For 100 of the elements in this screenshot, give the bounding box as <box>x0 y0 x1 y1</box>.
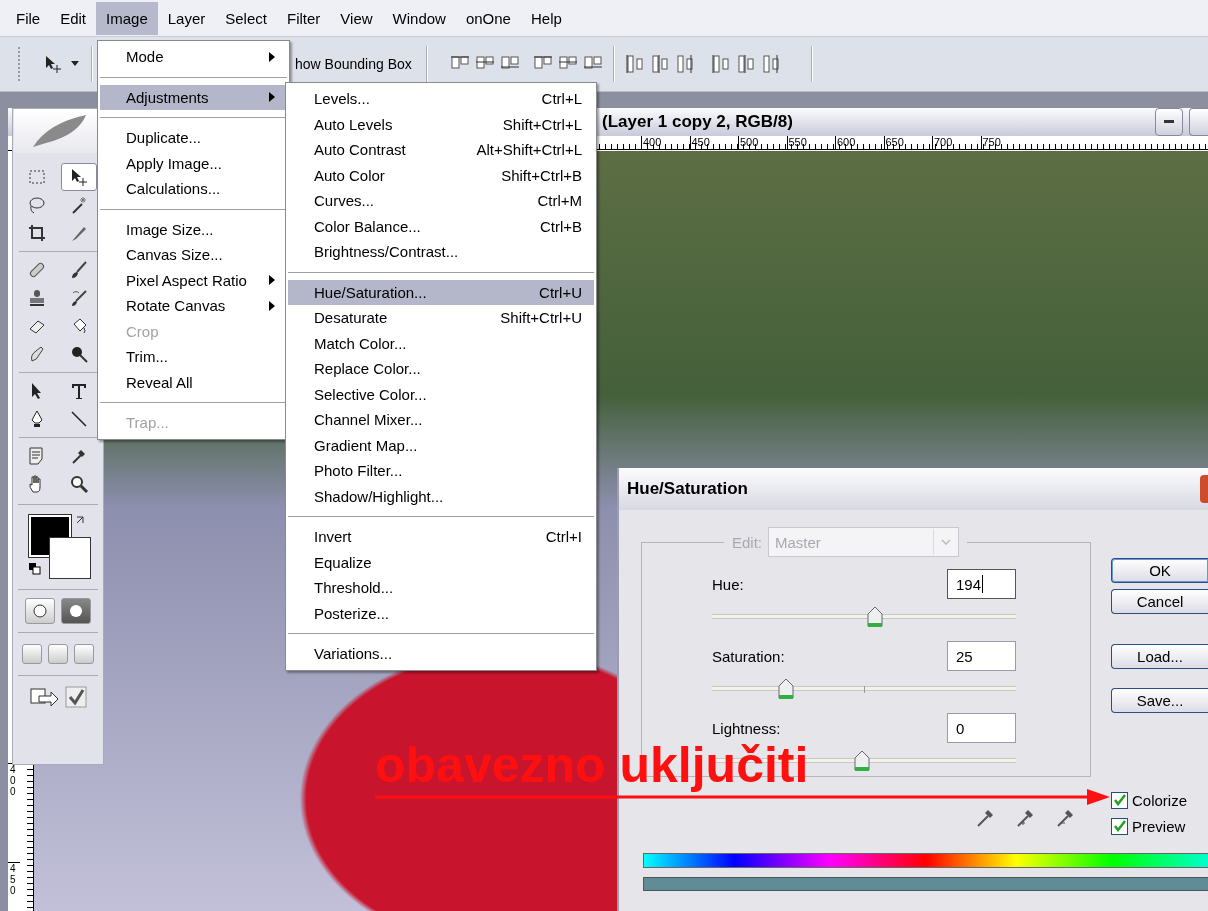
menu-item[interactable]: Channel Mixer... <box>288 407 594 433</box>
distribute-top-icon[interactable] <box>624 54 645 74</box>
menu-item[interactable]: Select <box>215 1 277 35</box>
menu-item[interactable]: Desaturate Shift+Ctrl+U <box>288 305 594 331</box>
stamp-icon <box>27 288 47 308</box>
circle-icon <box>32 603 48 619</box>
menu-item[interactable]: Threshold... <box>288 575 594 601</box>
menu-item[interactable]: Posterize... <box>288 600 594 626</box>
menu-item[interactable]: Variations... <box>288 641 594 667</box>
menu-item[interactable]: Layer <box>157 1 216 35</box>
menu-item[interactable]: Pixel Aspect Ratio <box>100 267 287 293</box>
menu-item[interactable]: Calculations... <box>100 176 287 202</box>
checkmark-icon[interactable] <box>65 686 87 708</box>
shortcut-text: Shift+Ctrl+L <box>501 115 582 133</box>
menu-item[interactable]: Duplicate... <box>100 125 287 151</box>
move-icon <box>69 167 89 187</box>
slider-label: Saturation: <box>712 647 786 665</box>
lasso-icon <box>27 195 47 215</box>
maximize-button[interactable] <box>1189 108 1208 136</box>
shortcut-text: Ctrl+B <box>538 217 582 235</box>
slider-label: Hue: <box>712 575 745 593</box>
distribute-middle-icon[interactable] <box>649 54 670 74</box>
checkbox[interactable] <box>1111 791 1128 809</box>
checkbox[interactable] <box>1111 817 1128 835</box>
menu-item[interactable]: Rotate Canvas <box>100 293 287 319</box>
brush-icon <box>69 260 89 280</box>
circle-icon <box>68 603 84 619</box>
edit-label: Edit: <box>732 533 762 551</box>
distribute-center-icon[interactable] <box>735 54 756 74</box>
shortcut-text: Ctrl+I <box>544 528 582 546</box>
slider-thumb[interactable] <box>866 606 883 628</box>
background-color-swatch[interactable] <box>49 537 91 579</box>
caret-icon[interactable] <box>71 61 79 67</box>
menu-item[interactable]: Selective Color... <box>288 381 594 407</box>
standard-mode-button[interactable] <box>25 598 55 624</box>
minimize-button[interactable] <box>1155 108 1183 136</box>
menu-item[interactable]: Brightness/Contrast... <box>288 239 594 265</box>
jump-icon[interactable] <box>29 685 59 709</box>
screen-mode-button[interactable] <box>48 644 68 664</box>
dialog-button[interactable]: OK <box>1111 558 1208 583</box>
menu-item[interactable]: Filter <box>276 1 331 35</box>
checkbox-label[interactable]: Colorize <box>1132 791 1188 809</box>
type-tool-icon <box>69 381 89 401</box>
marquee-icon <box>27 167 47 187</box>
menu-item[interactable]: Shadow/Highlight... <box>288 483 594 509</box>
ruler-label: 450 <box>8 862 20 911</box>
distribute-left-icon[interactable] <box>710 54 731 74</box>
menu-item[interactable]: File <box>6 1 51 35</box>
dialog-title: Hue/Saturation <box>627 479 749 499</box>
menu-item[interactable]: Equalize <box>288 549 594 575</box>
menu-item[interactable]: Replace Color... <box>288 356 594 382</box>
dialog-button[interactable]: Load... <box>1111 644 1208 669</box>
menu-item[interactable]: Trim... <box>100 344 287 370</box>
history-brush-icon <box>69 288 89 308</box>
shortcut-text: Ctrl+L <box>540 90 582 108</box>
screen-mode-button[interactable] <box>22 644 42 664</box>
value-field[interactable]: 25 <box>947 641 1016 671</box>
menu-item[interactable]: Edit <box>50 1 97 35</box>
move-tool[interactable] <box>61 163 97 191</box>
dialog-button[interactable]: Save... <box>1111 688 1208 713</box>
quick-mask-button[interactable] <box>61 598 91 624</box>
dialog-button[interactable]: Cancel <box>1111 589 1208 614</box>
value-field[interactable]: 194 <box>947 569 1016 599</box>
menu-item[interactable]: Color Balance... Ctrl+B <box>288 213 594 239</box>
checkbox-label[interactable]: Preview <box>1132 817 1186 835</box>
menu-item[interactable]: Hue/Saturation... Ctrl+U <box>288 279 594 305</box>
slider-thumb[interactable] <box>778 678 795 700</box>
distribute-right-icon[interactable] <box>760 54 781 74</box>
menu-item[interactable]: Canvas Size... <box>100 242 287 268</box>
menu-item[interactable]: Adjustments <box>100 84 287 110</box>
menu-item[interactable]: onOne <box>455 1 521 35</box>
menu-item[interactable]: Levels... Ctrl+L <box>288 86 594 112</box>
menu-item[interactable]: Image <box>96 1 158 35</box>
menu-item[interactable]: Reveal All <box>100 369 287 395</box>
line-icon <box>69 409 89 429</box>
menu-item[interactable]: Photo Filter... <box>288 458 594 484</box>
menu-item[interactable]: Auto Levels Shift+Ctrl+L <box>288 111 594 137</box>
default-colors-icon[interactable] <box>29 563 41 575</box>
window-title: (Layer 1 copy 2, RGB/8) <box>602 112 794 132</box>
minimize-icon <box>1164 120 1174 124</box>
menu-item[interactable]: Apply Image... <box>100 150 287 176</box>
ruler-label: 750 <box>980 136 1029 149</box>
menu-item[interactable]: Curves... Ctrl+M <box>288 188 594 214</box>
menu-item[interactable]: Auto Contrast Alt+Shift+Ctrl+L <box>288 137 594 163</box>
menu-item[interactable]: Image Size... <box>100 216 287 242</box>
slider-thumb[interactable] <box>854 750 871 772</box>
menu-item[interactable]: Help <box>520 1 572 35</box>
checkbox-label[interactable]: how Bounding Box <box>295 56 412 72</box>
shortcut-text: Ctrl+U <box>538 283 582 301</box>
menu-item[interactable]: Mode <box>100 44 287 70</box>
screen-mode-button[interactable] <box>74 644 94 664</box>
menu-item[interactable]: Gradient Map... <box>288 432 594 458</box>
menu-item[interactable]: Window <box>382 1 456 35</box>
menu-item[interactable]: Auto Color Shift+Ctrl+B <box>288 162 594 188</box>
menu-item[interactable]: Invert Ctrl+I <box>288 524 594 550</box>
distribute-bottom-icon[interactable] <box>674 54 695 74</box>
menu-item[interactable]: Match Color... <box>288 330 594 356</box>
value-field[interactable]: 0 <box>947 713 1016 743</box>
caret-icon <box>941 539 951 545</box>
menu-item[interactable]: View <box>330 1 383 35</box>
